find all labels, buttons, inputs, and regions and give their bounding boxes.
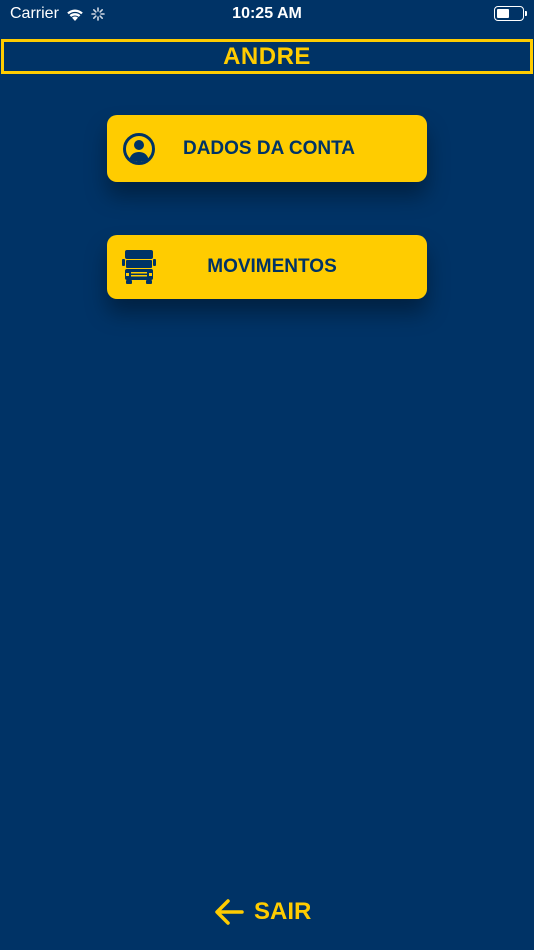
- header-bar: ANDRE: [1, 39, 533, 74]
- page-title: ANDRE: [223, 42, 311, 70]
- status-time: 10:25 AM: [232, 5, 302, 22]
- movements-button[interactable]: MOVIMENTOS: [107, 235, 427, 299]
- exit-button[interactable]: SAIR: [214, 895, 324, 929]
- app-screen: Carrier 10:25 AM ANDRE DADOS DA CONTA MO…: [0, 0, 534, 950]
- battery-icon: [494, 6, 527, 21]
- exit-label: SAIR: [254, 898, 312, 925]
- movements-label: MOVIMENTOS: [207, 256, 337, 277]
- account-data-button[interactable]: DADOS DA CONTA: [107, 115, 427, 182]
- status-bar: Carrier 10:25 AM: [0, 0, 534, 30]
- account-data-label: DADOS DA CONTA: [182, 137, 356, 159]
- arrow-left-icon: [215, 899, 244, 925]
